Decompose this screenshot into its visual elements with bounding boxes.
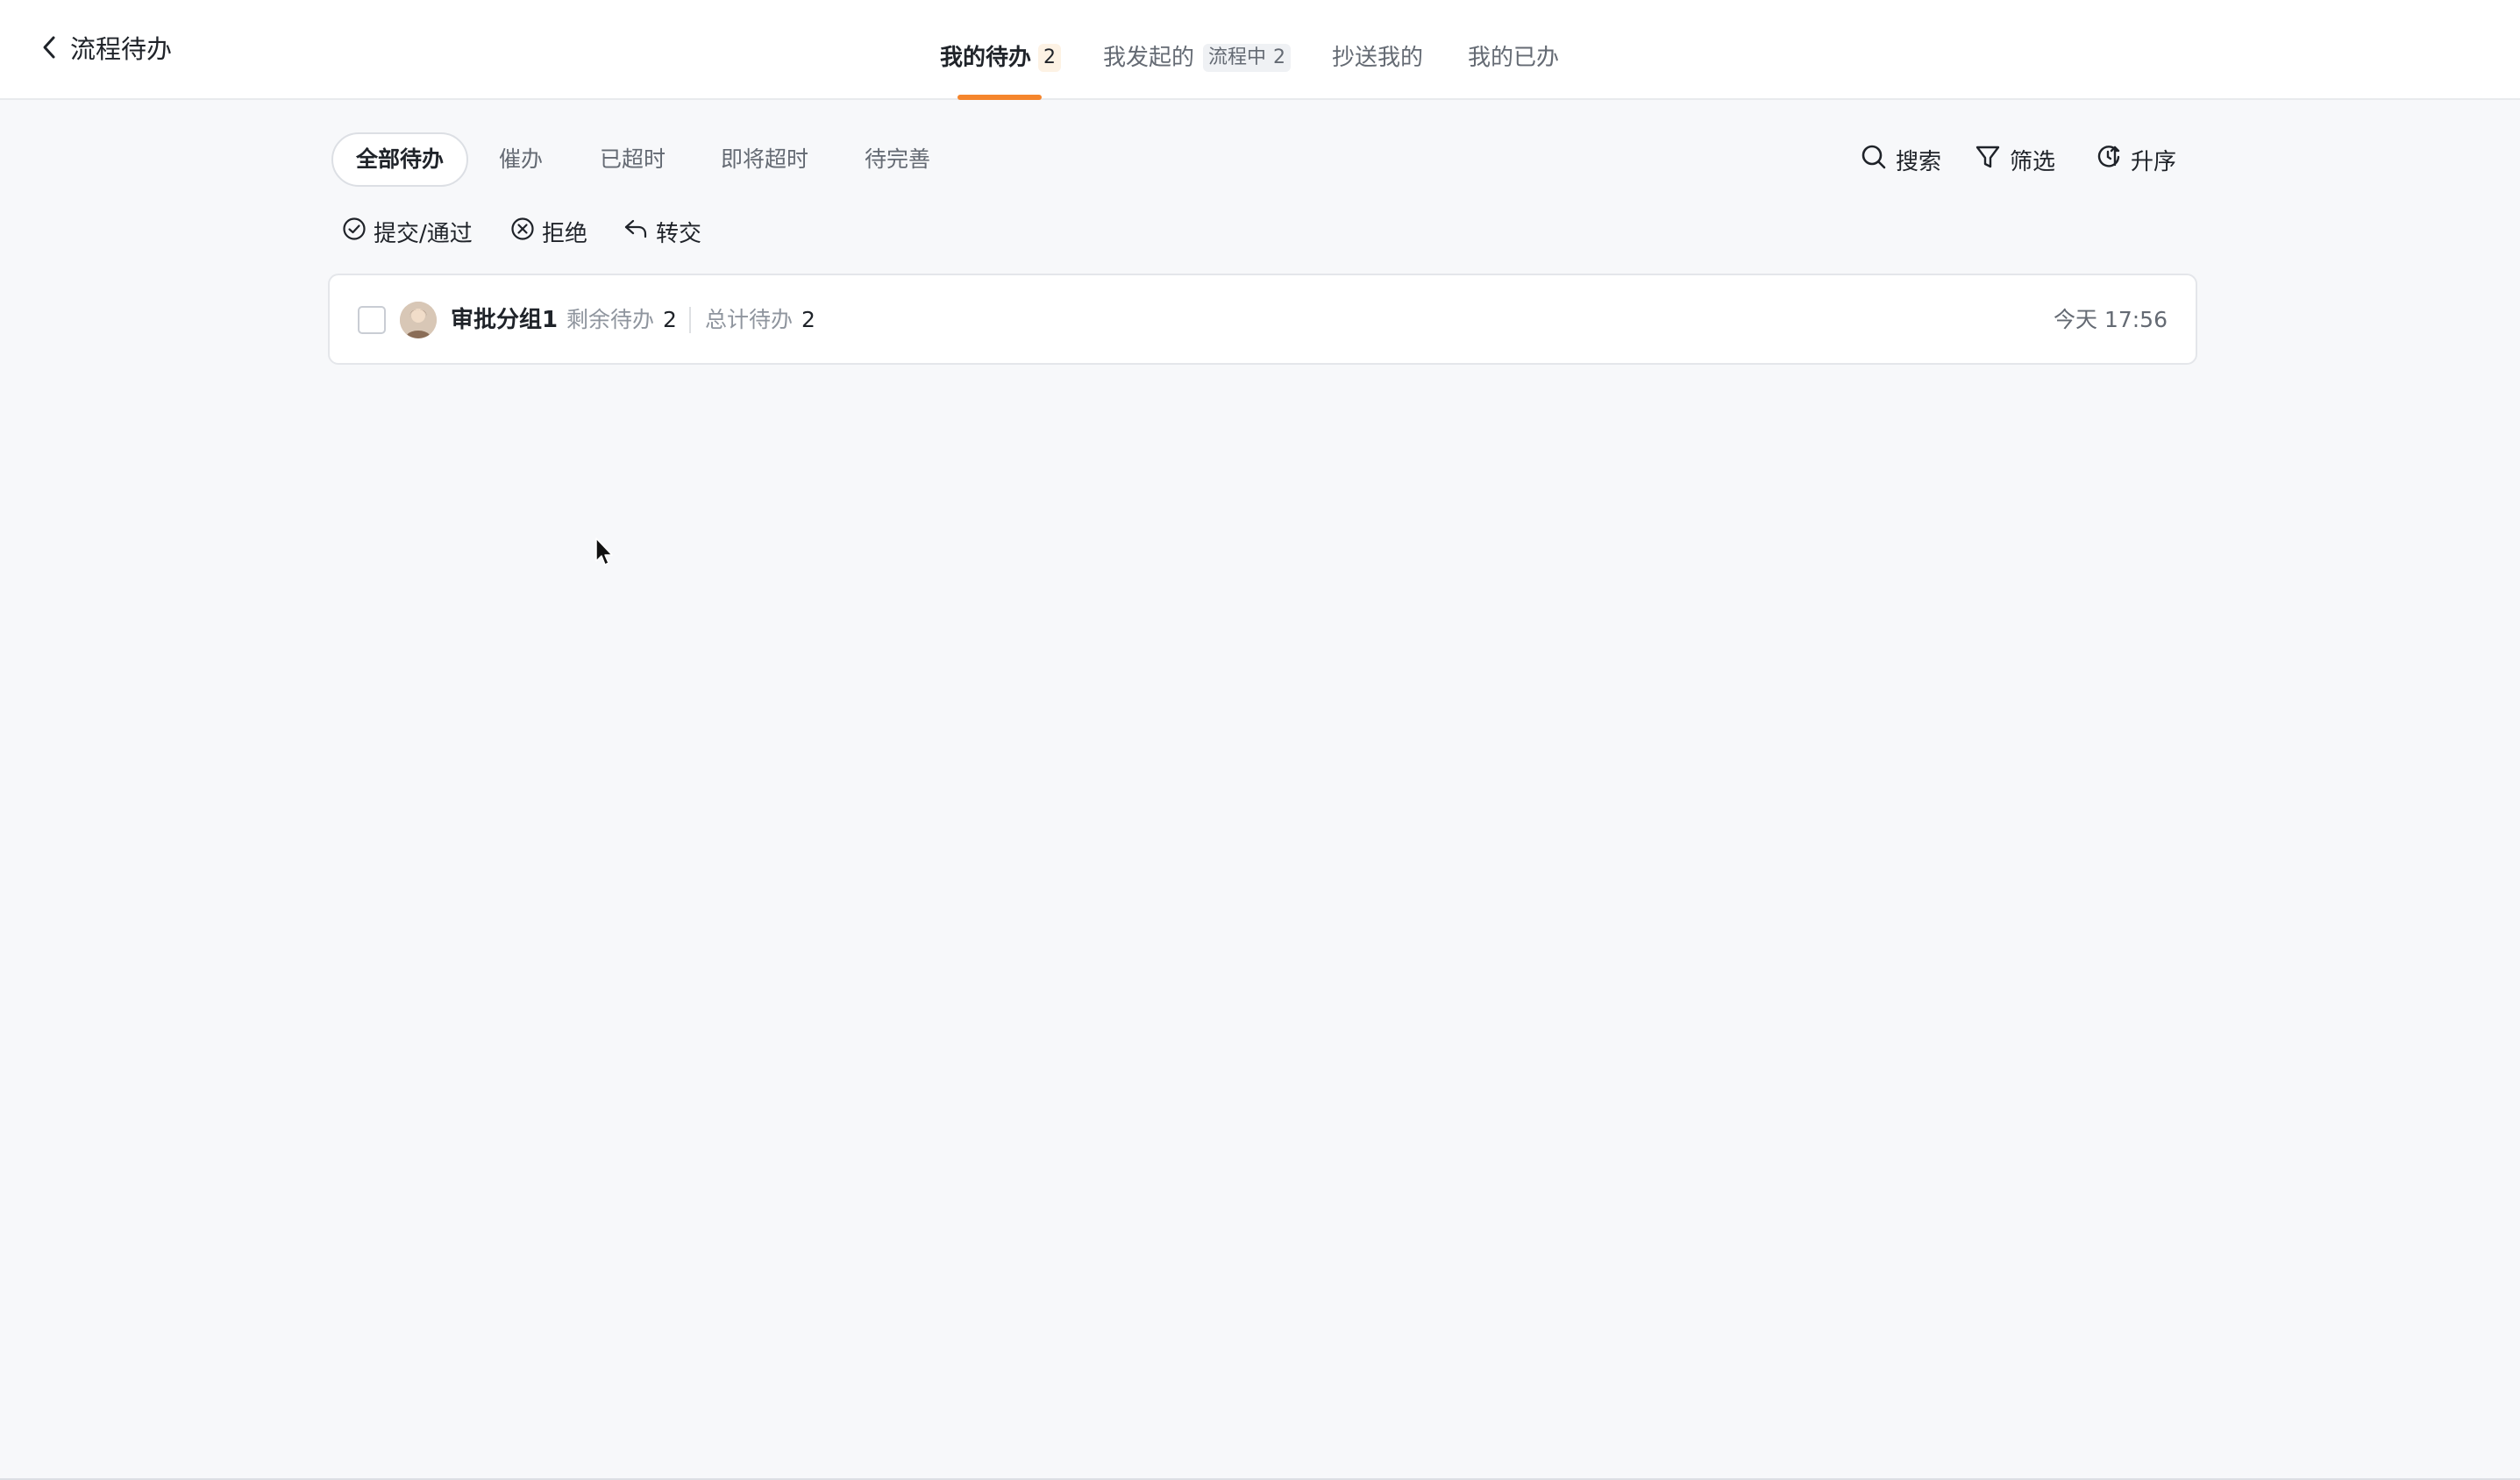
chip-urged[interactable]: 催办 [499,132,543,187]
status-badge: 流程中 2 [1203,44,1292,72]
chevron-left-icon [39,34,59,64]
active-tab-indicator [957,95,1042,100]
chip-overdue[interactable]: 已超时 [600,132,666,187]
transfer-label: 转交 [656,220,702,247]
filter-button[interactable]: 筛选 [1975,142,2055,177]
filter-label: 筛选 [2010,148,2056,175]
sort-label: 升序 [2131,148,2177,175]
status-text: 流程中 [1208,46,1267,68]
tab-label: 我的待办 [940,45,1032,71]
group-name: 审批分组1 [451,307,559,333]
remaining-count: 剩余待办 2 [566,302,677,338]
tab-cc-to-me[interactable]: 抄送我的 [1332,40,1423,100]
avatar [400,302,437,338]
search-button[interactable]: 搜索 [1861,142,1941,177]
search-icon [1861,144,1887,176]
sort-button[interactable]: 升序 [2096,142,2176,177]
tab-done[interactable]: 我的已办 [1468,40,1559,100]
todo-group-card[interactable]: 审批分组1 剩余待办 2 总计待办 2 今天 17:56 [328,274,2197,365]
total-label: 总计待办 [705,307,794,332]
search-label: 搜索 [1896,148,1942,175]
tab-initiated-by-me[interactable]: 我发起的 流程中 2 [1103,40,1292,100]
meta-divider [689,307,691,333]
tab-label: 我的已办 [1468,45,1560,71]
check-circle-icon [342,217,367,247]
page-title: 流程待办 [70,34,173,64]
mouse-cursor-icon [594,537,616,568]
remaining-value: 2 [663,307,677,332]
x-circle-icon [510,217,535,247]
top-header: 流程待办 我的待办 2 我发起的 流程中 2 抄送我的 我的已办 [0,0,2520,100]
approve-button[interactable]: 提交/通过 [342,214,473,249]
chip-to-complete[interactable]: 待完善 [865,132,930,187]
sort-clock-icon [2096,144,2122,176]
remaining-label: 剩余待办 [566,307,655,332]
status-count: 2 [1273,46,1286,68]
app-root: 流程待办 我的待办 2 我发起的 流程中 2 抄送我的 我的已办 全部待办 催办… [0,0,2520,1480]
total-value: 2 [801,307,815,332]
tab-my-todo[interactable]: 我的待办 2 [940,40,1062,100]
chip-due-soon[interactable]: 即将超时 [721,132,808,187]
reply-icon [623,217,649,247]
funnel-icon [1975,144,2001,176]
reject-button[interactable]: 拒绝 [510,214,587,249]
reject-label: 拒绝 [542,220,588,247]
approve-label: 提交/通过 [374,220,473,247]
total-count: 总计待办 2 [705,302,815,338]
tab-label: 我发起的 [1103,45,1195,71]
back-button[interactable] [32,32,67,67]
count-badge: 2 [1038,44,1062,72]
timestamp: 今天 17:56 [2054,307,2168,332]
chip-all-todo[interactable]: 全部待办 [331,132,469,187]
select-checkbox[interactable] [358,306,386,334]
tab-label: 抄送我的 [1332,45,1424,71]
transfer-button[interactable]: 转交 [623,214,701,249]
